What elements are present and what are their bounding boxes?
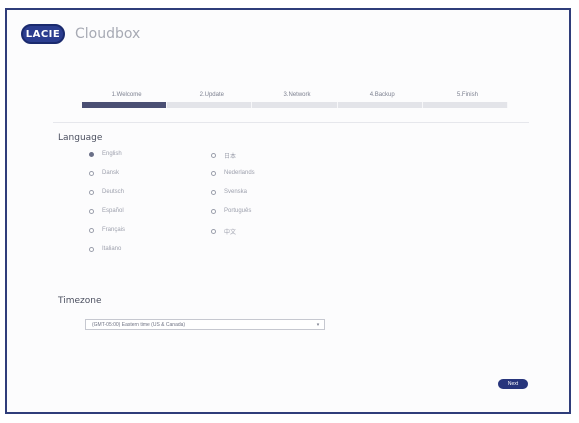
radio-button[interactable] [211,153,216,158]
radio-button[interactable] [89,189,94,195]
timezone-select[interactable]: (GMT-05:00) Eastern time (US & Canada) ▾ [85,319,325,330]
step-network: 3.Network [283,92,311,98]
chevron-down-icon[interactable]: ▾ [312,322,324,328]
language-option-deutsch[interactable]: Deutsch [89,189,124,195]
language-title: Language [58,133,103,143]
radio-button[interactable] [211,208,216,214]
language-option-italiano[interactable]: Italiano [89,246,121,252]
language-option-portugues[interactable]: Português [211,208,251,214]
radio-button[interactable] [211,189,216,195]
radio-button[interactable] [89,208,94,214]
step-segment-welcome [82,102,168,108]
timezone-title: Timezone [58,296,102,306]
radio-button[interactable] [211,229,216,234]
language-option-label: Deutsch [102,189,125,195]
logo-text: LACIE [25,28,61,40]
language-option-label: 日本 [224,154,237,160]
step-segment-finish [423,102,509,108]
brand-header: LACIE Cloudbox [21,24,140,44]
language-option-label: Dansk [102,170,120,176]
language-option-japanese[interactable]: 日本 [211,151,236,160]
language-option-label: Português [224,208,252,214]
language-option-label: English [102,151,122,157]
radio-button[interactable] [89,227,94,233]
language-option-label: Svenska [224,189,248,195]
language-option-label: Français [102,227,126,233]
language-option-label: Español [102,208,124,214]
step-update: 2.Update [199,92,224,98]
step-progress-track [82,102,509,108]
app-name: Cloudbox [75,26,141,42]
setup-window: LACIE Cloudbox 1.Welcome 2.Update 3.Netw… [5,8,571,414]
step-backup: 4.Backup [369,92,395,98]
language-option-chinese[interactable]: 中文 [211,227,236,236]
step-segment-backup [338,102,423,108]
radio-button[interactable] [89,170,94,176]
radio-button[interactable] [89,246,94,252]
language-option-label: Nederlands [224,170,255,176]
radio-button[interactable] [89,151,94,157]
lacie-logo: LACIE [21,24,65,44]
settings-panel: Language English Dansk Deutsch Español F… [53,122,529,414]
timezone-select-value: (GMT-05:00) Eastern time (US & Canada) [92,321,186,328]
radio-button[interactable] [211,170,216,176]
language-option-nederlands[interactable]: Nederlands [211,170,255,176]
next-button[interactable]: Next [498,379,528,389]
step-finish: 5.Finish [456,92,478,98]
language-option-english[interactable]: English [89,151,122,157]
language-option-espanol[interactable]: Español [89,208,124,214]
step-welcome: 1.Welcome [111,92,142,98]
language-option-label: Italiano [102,246,122,252]
language-option-francais[interactable]: Français [89,227,125,233]
step-segment-update [167,102,253,108]
setup-stepper: 1.Welcome 2.Update 3.Network 4.Backup 5.… [82,88,509,112]
step-segment-network [252,102,338,108]
language-option-svenska[interactable]: Svenska [211,189,247,195]
language-option-dansk[interactable]: Dansk [89,170,119,176]
language-option-label: 中文 [224,230,237,236]
